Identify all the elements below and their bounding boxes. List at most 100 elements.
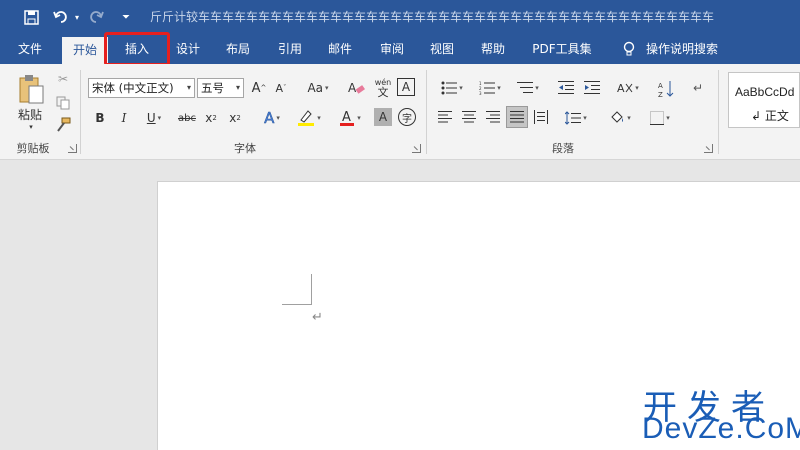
undo-dropdown-icon[interactable]: ▾ xyxy=(66,6,88,28)
show-marks-icon[interactable]: ↵ xyxy=(688,78,708,98)
format-painter-icon[interactable] xyxy=(54,116,72,134)
tab-layout[interactable]: 布局 xyxy=(216,34,260,64)
multilevel-list-icon xyxy=(517,82,534,93)
group-separator xyxy=(718,70,719,154)
justify-icon[interactable] xyxy=(506,106,528,128)
watermark-site-text: DevZe.CoM xyxy=(642,412,800,445)
svg-text:A: A xyxy=(658,82,663,90)
font-size-value: 五号 xyxy=(201,81,224,95)
redo-icon[interactable] xyxy=(86,6,108,28)
shrink-font-icon[interactable]: Aˇ xyxy=(272,78,290,98)
sort-icon[interactable]: AZ xyxy=(656,78,676,100)
line-spacing-icon xyxy=(565,111,582,125)
change-case-button[interactable]: Aa ▾ xyxy=(302,78,334,98)
cut-icon[interactable]: ✂ xyxy=(54,70,72,88)
svg-text:Z: Z xyxy=(658,91,663,98)
tab-pdf-tools[interactable]: PDF工具集 xyxy=(526,34,598,64)
paint-bucket-icon xyxy=(611,111,624,123)
margin-mark-horizontal xyxy=(282,304,312,305)
paragraph-launcher-icon[interactable] xyxy=(704,144,713,153)
enclose-characters-icon[interactable]: 字 xyxy=(398,108,416,126)
document-title: 斤斤计较车车车车车车车车车车车车车车车车车车车车车车车车车车车车车车车车车车车车… xyxy=(150,10,715,24)
clear-formatting-icon[interactable]: A xyxy=(346,78,366,98)
paste-icon[interactable] xyxy=(14,72,48,106)
borders-button[interactable]: ▾ xyxy=(644,108,676,128)
svg-text:A: A xyxy=(617,82,625,95)
font-size-combo[interactable]: 五号 ▾ xyxy=(197,78,244,98)
font-color-button[interactable]: A ▾ xyxy=(334,108,366,128)
customize-qat-icon[interactable]: ⏷ xyxy=(115,6,137,28)
clipboard-launcher-icon[interactable] xyxy=(68,144,77,153)
style-normal-label: ↲ 正文 xyxy=(751,109,789,123)
insert-tab-highlight xyxy=(104,32,170,66)
distributed-icon[interactable] xyxy=(532,108,550,126)
phonetic-guide-bottom: 文 xyxy=(377,85,389,99)
strikethrough-icon[interactable]: abc xyxy=(176,108,198,128)
bold-icon[interactable]: B xyxy=(92,108,108,128)
phonetic-guide-icon[interactable]: wén 文 xyxy=(372,75,394,101)
tab-mailings[interactable]: 邮件 xyxy=(318,34,362,64)
ribbon-home: 粘贴 ▾ ✂ 剪贴板 宋体 (中文正文) ▾ 五号 ▾ A ^ Aˇ Aa ▾ A … xyxy=(0,64,800,160)
grow-font-icon[interactable]: A ^ xyxy=(250,78,268,98)
tab-home[interactable]: 开始 xyxy=(62,37,108,64)
style-normal[interactable]: AaBbCcDd ↲ 正文 xyxy=(728,72,800,128)
bullets-icon xyxy=(441,81,458,95)
clipboard-group-label: 剪贴板 xyxy=(16,142,50,155)
align-center-icon[interactable] xyxy=(460,108,478,126)
tab-references[interactable]: 引用 xyxy=(268,34,312,64)
decrease-indent-icon[interactable] xyxy=(556,78,576,98)
tab-design[interactable]: 设计 xyxy=(166,34,210,64)
font-launcher-icon[interactable] xyxy=(412,144,421,153)
paste-dropdown-icon[interactable]: ▾ xyxy=(20,122,42,132)
superscript-icon[interactable]: x2 xyxy=(226,108,244,128)
numbering-icon: 123 xyxy=(479,81,496,95)
highlighter-icon xyxy=(298,110,315,126)
tab-view[interactable]: 视图 xyxy=(420,34,464,64)
highlight-color-button[interactable]: ▾ xyxy=(292,108,326,128)
tab-review[interactable]: 审阅 xyxy=(370,34,414,64)
character-border-icon[interactable]: A xyxy=(397,78,415,96)
paragraph-group-label: 段落 xyxy=(552,142,574,155)
multilevel-list-button[interactable]: ▾ xyxy=(512,78,544,98)
underline-button[interactable]: U ▾ xyxy=(140,108,168,128)
tab-file[interactable]: 文件 xyxy=(8,34,52,64)
title-bar: ▾ ⏷ 斤斤计较车车车车车车车车车车车车车车车车车车车车车车车车车车车车车车车车… xyxy=(0,0,800,34)
svg-text:3: 3 xyxy=(479,91,482,95)
tell-me-search[interactable]: 操作说明搜索 xyxy=(640,34,724,64)
subscript-icon[interactable]: x2 xyxy=(202,108,220,128)
copy-icon[interactable] xyxy=(54,94,72,112)
line-spacing-button[interactable]: ▾ xyxy=(560,108,592,128)
align-left-icon[interactable] xyxy=(436,108,454,126)
margin-mark-vertical xyxy=(311,274,312,305)
text-effects-icon: A xyxy=(264,109,275,128)
asian-layout-button[interactable]: A ▾ xyxy=(612,78,644,98)
font-size-dropdown-icon[interactable]: ▾ xyxy=(236,79,240,97)
font-name-value: 宋体 (中文正文) xyxy=(92,81,174,95)
numbering-button[interactable]: 1 2 3 ▾ xyxy=(474,78,506,98)
svg-text:A: A xyxy=(348,81,357,95)
borders-icon xyxy=(650,111,665,125)
tab-help[interactable]: 帮助 xyxy=(471,34,515,64)
font-color-icon: A xyxy=(340,110,355,126)
font-group-label: 字体 xyxy=(234,142,256,155)
svg-text:A: A xyxy=(342,110,351,125)
paste-button[interactable]: 粘贴 xyxy=(10,106,50,122)
font-name-dropdown-icon[interactable]: ▾ xyxy=(187,79,191,97)
lightbulb-icon[interactable] xyxy=(618,34,640,64)
character-shading-icon[interactable]: A xyxy=(374,108,392,126)
paragraph-mark: ↵ xyxy=(312,310,323,325)
align-right-icon[interactable] xyxy=(484,108,502,126)
font-name-combo[interactable]: 宋体 (中文正文) ▾ xyxy=(88,78,195,98)
group-separator xyxy=(80,70,81,154)
asian-layout-icon: A xyxy=(617,82,633,95)
group-separator xyxy=(426,70,427,154)
shading-button[interactable]: ▾ xyxy=(604,108,636,128)
bullets-button[interactable]: ▾ xyxy=(436,78,468,98)
italic-icon[interactable]: I xyxy=(116,108,132,128)
change-case-label: Aa xyxy=(307,81,324,95)
text-effects-button[interactable]: A ▾ xyxy=(256,108,288,128)
increase-indent-icon[interactable] xyxy=(582,78,602,98)
save-icon[interactable] xyxy=(20,6,42,28)
underline-icon: U xyxy=(146,111,156,125)
style-sample: AaBbCcDd xyxy=(735,85,795,99)
